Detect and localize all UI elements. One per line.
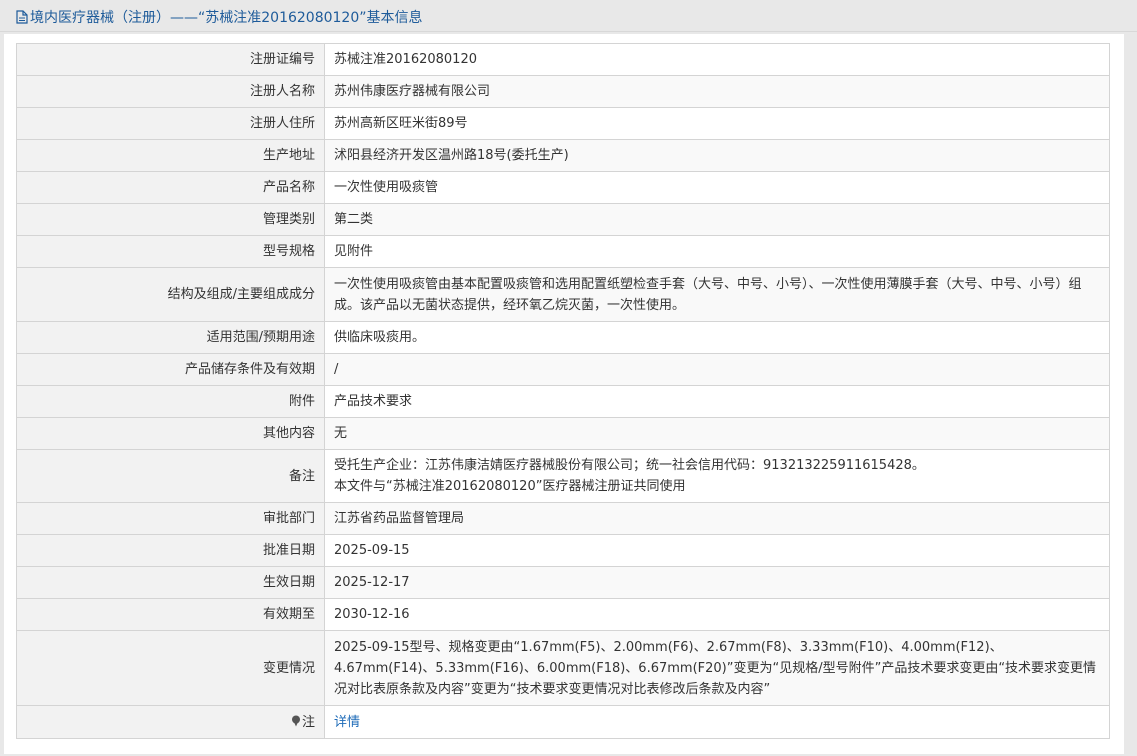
row-valid-until: 有效期至 2030-12-16: [16, 598, 1110, 631]
page-title: 境内医疗器械（注册）——“苏械注准20162080120”基本信息: [16, 7, 422, 27]
field-value: 2025-09-15型号、规格变更由“1.67mm(F5)、2.00mm(F6)…: [324, 630, 1110, 706]
field-label: 管理类别: [16, 203, 325, 236]
row-management-category: 管理类别 第二类: [16, 203, 1110, 236]
field-label: 其他内容: [16, 417, 325, 450]
row-registrant-address: 注册人住所 苏州高新区旺米街89号: [16, 107, 1110, 140]
pin-icon: [291, 715, 300, 726]
row-effective-date: 生效日期 2025-12-17: [16, 566, 1110, 599]
field-label: 注册证编号: [16, 43, 325, 76]
document-icon: [16, 10, 28, 24]
row-remarks: 备注 受托生产企业：江苏伟康洁婧医疗器械股份有限公司；统一社会信用代码：9132…: [16, 449, 1110, 503]
row-storage-validity: 产品储存条件及有效期 /: [16, 353, 1110, 386]
field-value: 见附件: [324, 235, 1110, 268]
field-label: 变更情况: [16, 630, 325, 706]
field-value: 2030-12-16: [324, 598, 1110, 631]
field-value: 苏州伟康医疗器械有限公司: [324, 75, 1110, 108]
field-label: 注册人住所: [16, 107, 325, 140]
row-registration-number: 注册证编号 苏械注准20162080120: [16, 43, 1110, 76]
page-title-text: 境内医疗器械（注册）——“苏械注准20162080120”基本信息: [30, 10, 423, 26]
field-label: 适用范围/预期用途: [16, 321, 325, 354]
field-value: 2025-09-15: [324, 534, 1110, 567]
field-value: 无: [324, 417, 1110, 450]
detail-panel: 注册证编号 苏械注准20162080120 注册人名称 苏州伟康医疗器械有限公司…: [4, 34, 1124, 754]
field-label: 结构及组成/主要组成成分: [16, 267, 325, 322]
row-note: 注 详情: [16, 705, 1110, 739]
note-label: 注: [301, 714, 315, 730]
field-label: 产品储存条件及有效期: [16, 353, 325, 386]
field-value: 沭阳县经济开发区温州路18号(委托生产): [324, 139, 1110, 172]
field-value: /: [324, 353, 1110, 386]
field-label: 批准日期: [16, 534, 325, 567]
row-production-address: 生产地址 沭阳县经济开发区温州路18号(委托生产): [16, 139, 1110, 172]
field-value: 供临床吸痰用。: [324, 321, 1110, 354]
field-label: 型号规格: [16, 235, 325, 268]
row-model-spec: 型号规格 见附件: [16, 235, 1110, 268]
details-link[interactable]: 详情: [334, 715, 360, 730]
row-registrant-name: 注册人名称 苏州伟康医疗器械有限公司: [16, 75, 1110, 108]
field-label: 审批部门: [16, 502, 325, 535]
row-change-history: 变更情况 2025-09-15型号、规格变更由“1.67mm(F5)、2.00m…: [16, 630, 1110, 706]
row-approval-dept: 审批部门 江苏省药品监督管理局: [16, 502, 1110, 535]
field-value: 江苏省药品监督管理局: [324, 502, 1110, 535]
field-label: 有效期至: [16, 598, 325, 631]
field-value: 苏械注准20162080120: [324, 43, 1110, 76]
field-value: 第二类: [324, 203, 1110, 236]
row-attachment: 附件 产品技术要求: [16, 385, 1110, 418]
row-other-content: 其他内容 无: [16, 417, 1110, 450]
field-value: 受托生产企业：江苏伟康洁婧医疗器械股份有限公司；统一社会信用代码：9132132…: [324, 449, 1110, 503]
note-value-cell: 详情: [324, 705, 1110, 739]
row-structure-composition: 结构及组成/主要组成成分 一次性使用吸痰管由基本配置吸痰管和选用配置纸塑检查手套…: [16, 267, 1110, 322]
field-label: 注册人名称: [16, 75, 325, 108]
field-value: 产品技术要求: [324, 385, 1110, 418]
field-value: 2025-12-17: [324, 566, 1110, 599]
field-label: 生产地址: [16, 139, 325, 172]
field-value: 一次性使用吸痰管: [324, 171, 1110, 204]
row-product-name: 产品名称 一次性使用吸痰管: [16, 171, 1110, 204]
field-label: 产品名称: [16, 171, 325, 204]
field-label: 生效日期: [16, 566, 325, 599]
row-intended-use: 适用范围/预期用途 供临床吸痰用。: [16, 321, 1110, 354]
detail-table: 注册证编号 苏械注准20162080120 注册人名称 苏州伟康医疗器械有限公司…: [16, 43, 1110, 739]
page-header: 境内医疗器械（注册）——“苏械注准20162080120”基本信息: [0, 0, 1137, 32]
row-approval-date: 批准日期 2025-09-15: [16, 534, 1110, 567]
field-value: 苏州高新区旺米街89号: [324, 107, 1110, 140]
field-label: 备注: [16, 449, 325, 503]
note-label-cell: 注: [16, 705, 325, 739]
field-label: 附件: [16, 385, 325, 418]
field-value: 一次性使用吸痰管由基本配置吸痰管和选用配置纸塑检查手套（大号、中号、小号）、一次…: [324, 267, 1110, 322]
